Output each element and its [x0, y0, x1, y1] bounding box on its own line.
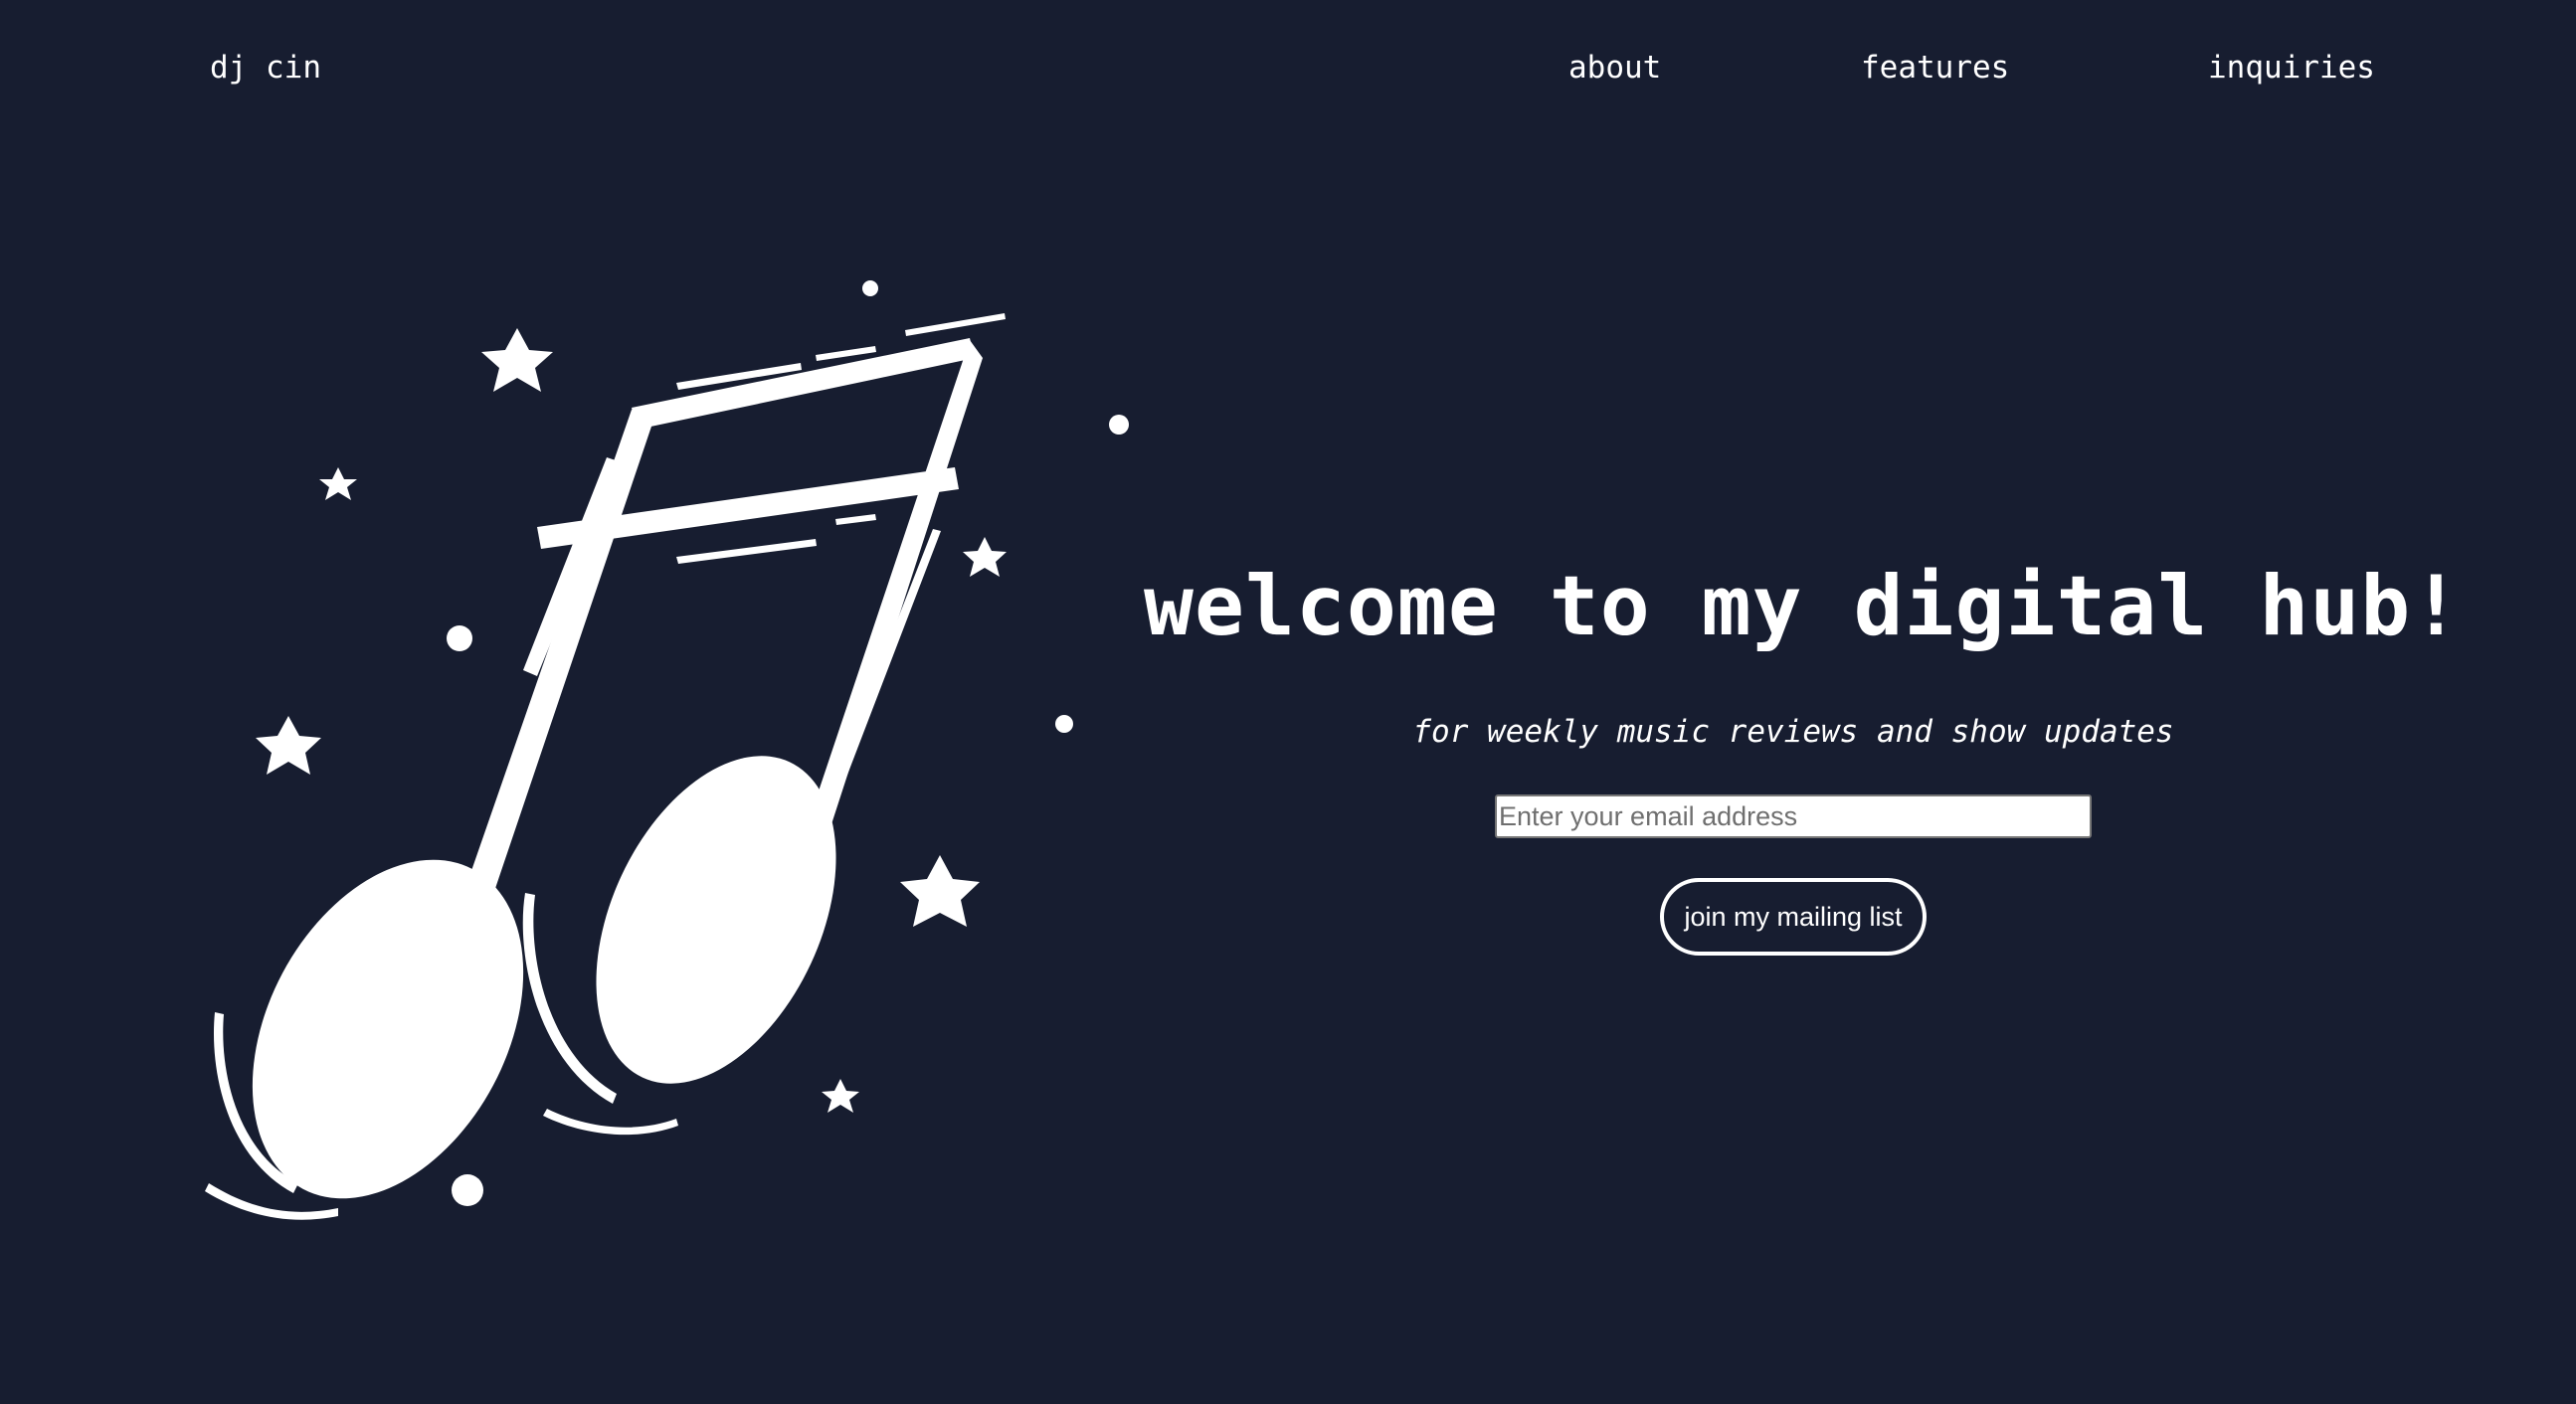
brand-logo-link[interactable]: dj cin [210, 50, 321, 86]
music-note-icon [205, 313, 1006, 1220]
page-title: welcome to my digital hub! [1144, 558, 2463, 654]
hero-section: welcome to my digital hub! for weekly mu… [1144, 557, 2463, 956]
join-mailing-list-button[interactable]: join my mailing list [1660, 878, 1927, 956]
music-note-illustration [205, 280, 1129, 1220]
email-input[interactable] [1495, 794, 2092, 838]
nav-link-about[interactable]: about [1568, 50, 1661, 86]
page-subtitle: for weekly music reviews and show update… [1412, 714, 2174, 750]
nav-link-features[interactable]: features [1861, 50, 2009, 86]
nav-link-inquiries[interactable]: inquiries [2208, 50, 2375, 86]
